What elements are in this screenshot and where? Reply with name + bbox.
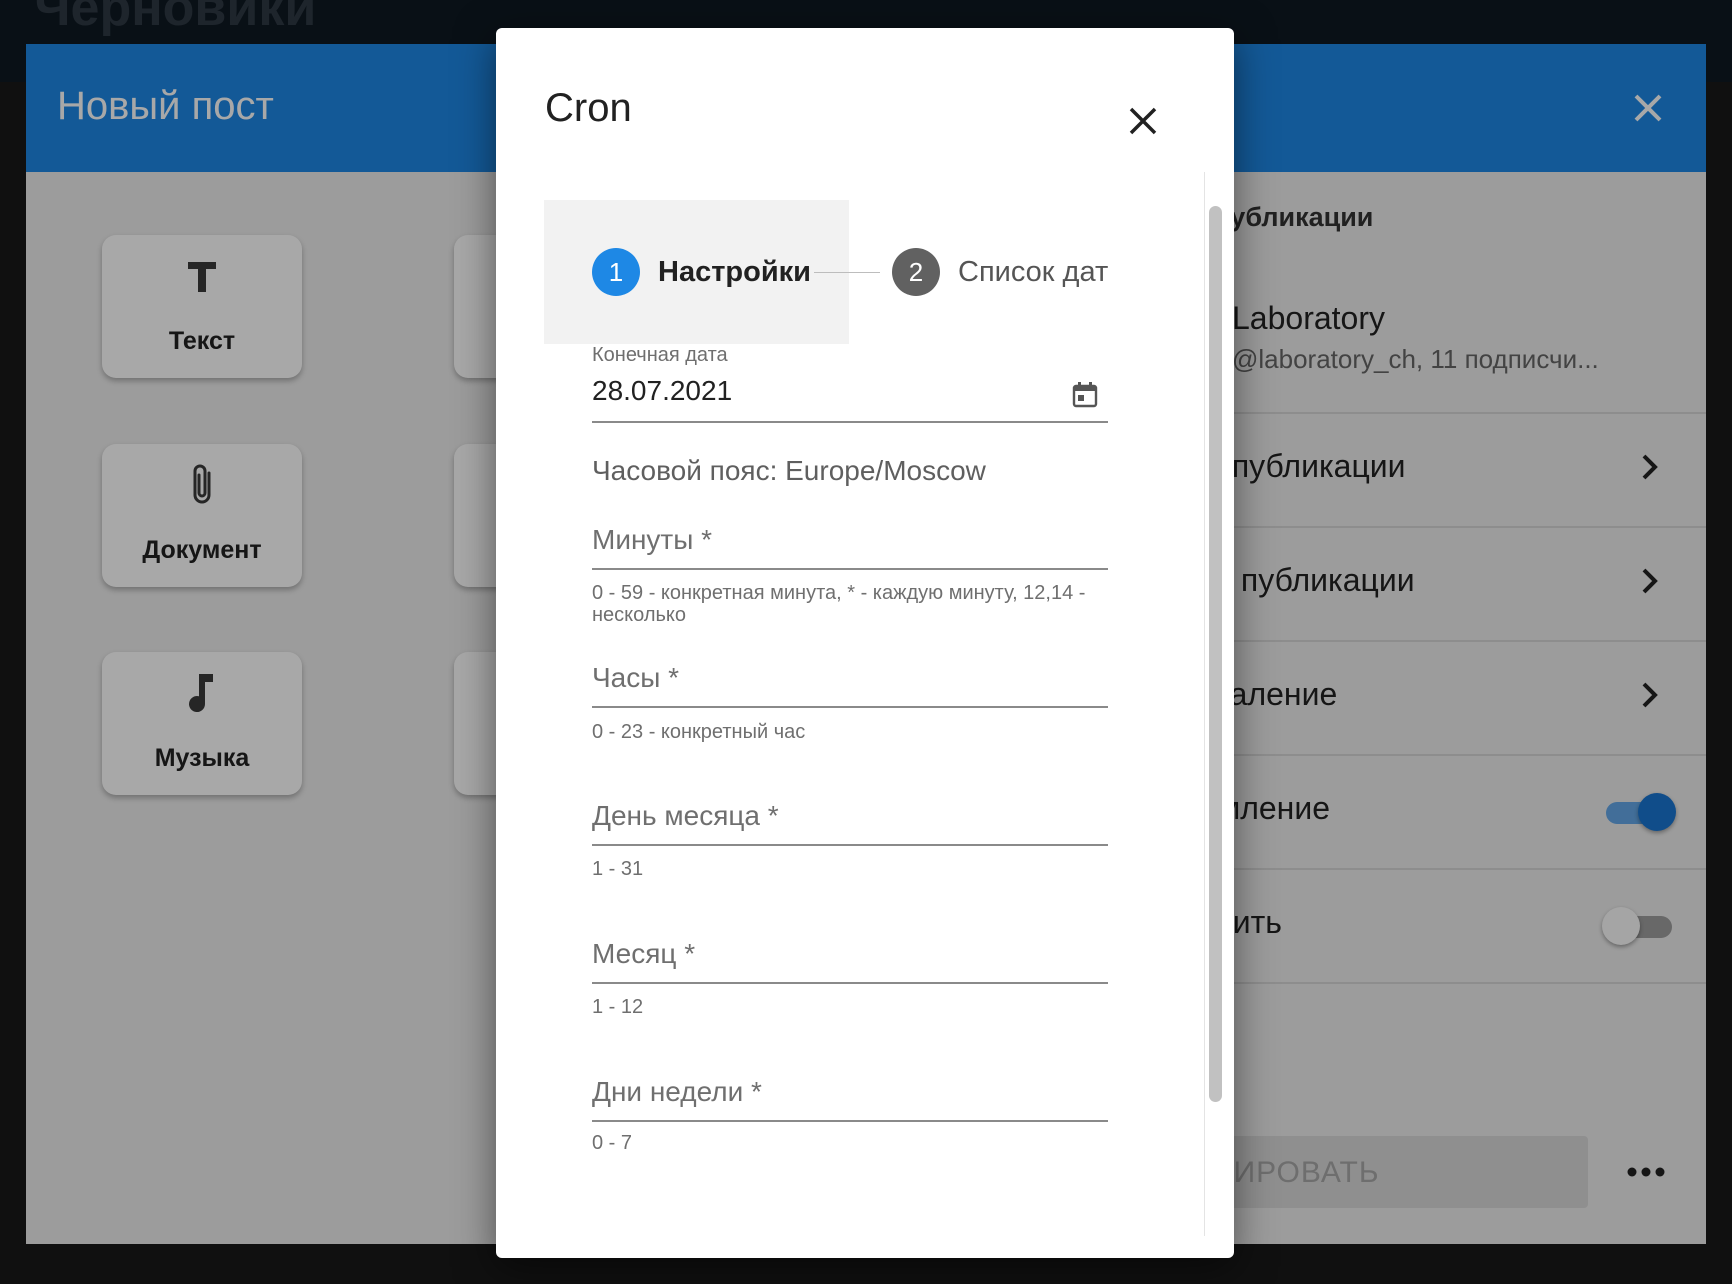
- calendar-icon[interactable]: [1070, 380, 1100, 410]
- minutes-hint: 0 - 59 - конкретная минута, * - каждую м…: [592, 582, 1086, 626]
- step-settings[interactable]: 1 Настройки: [592, 248, 811, 296]
- weekdays-hint: 0 - 7: [592, 1132, 633, 1154]
- minutes-label: Минуты *: [592, 524, 713, 555]
- day-of-month-hint: 1 - 31: [592, 858, 644, 880]
- month-hint: 1 - 12: [592, 996, 644, 1018]
- step-number: 2: [892, 248, 940, 296]
- hours-label: Часы *: [592, 662, 680, 693]
- timezone-label: Часовой пояс: Europe/Moscow: [592, 455, 986, 486]
- month-label: Месяц *: [592, 938, 696, 969]
- day-of-month-field[interactable]: День месяца *: [592, 800, 1108, 846]
- stepper: 1 Настройки 2 Список дат: [544, 200, 1194, 344]
- cron-dialog: Cron 1 Настройки 2 Список дат Конечная д…: [496, 28, 1234, 1258]
- step-number: 1: [592, 248, 640, 296]
- step-date-list[interactable]: 2 Список дат: [892, 248, 1108, 296]
- scrollbar[interactable]: [1204, 172, 1222, 1236]
- day-of-month-label: День месяца *: [592, 800, 779, 831]
- end-date-value[interactable]: 28.07.2021: [592, 375, 1108, 407]
- minutes-field[interactable]: Минуты *: [592, 524, 1108, 570]
- close-icon[interactable]: [1123, 101, 1163, 141]
- hours-hint: 0 - 23 - конкретный час: [592, 721, 806, 743]
- scrollbar-thumb[interactable]: [1209, 206, 1222, 1102]
- weekdays-label: Дни недели *: [592, 1076, 762, 1107]
- step-connector: [814, 272, 880, 273]
- month-field[interactable]: Месяц *: [592, 938, 1108, 984]
- hours-field[interactable]: Часы *: [592, 662, 1108, 708]
- end-date-field[interactable]: Конечная дата 28.07.2021: [592, 344, 1108, 424]
- step-label: Настройки: [658, 255, 812, 288]
- dialog-content[interactable]: 1 Настройки 2 Список дат Конечная дата 2…: [496, 172, 1204, 1236]
- weekdays-field[interactable]: Дни недели *: [592, 1076, 1108, 1122]
- end-date-label: Конечная дата: [592, 344, 728, 366]
- dialog-title: Cron: [545, 86, 632, 130]
- step-label: Список дат: [958, 255, 1109, 288]
